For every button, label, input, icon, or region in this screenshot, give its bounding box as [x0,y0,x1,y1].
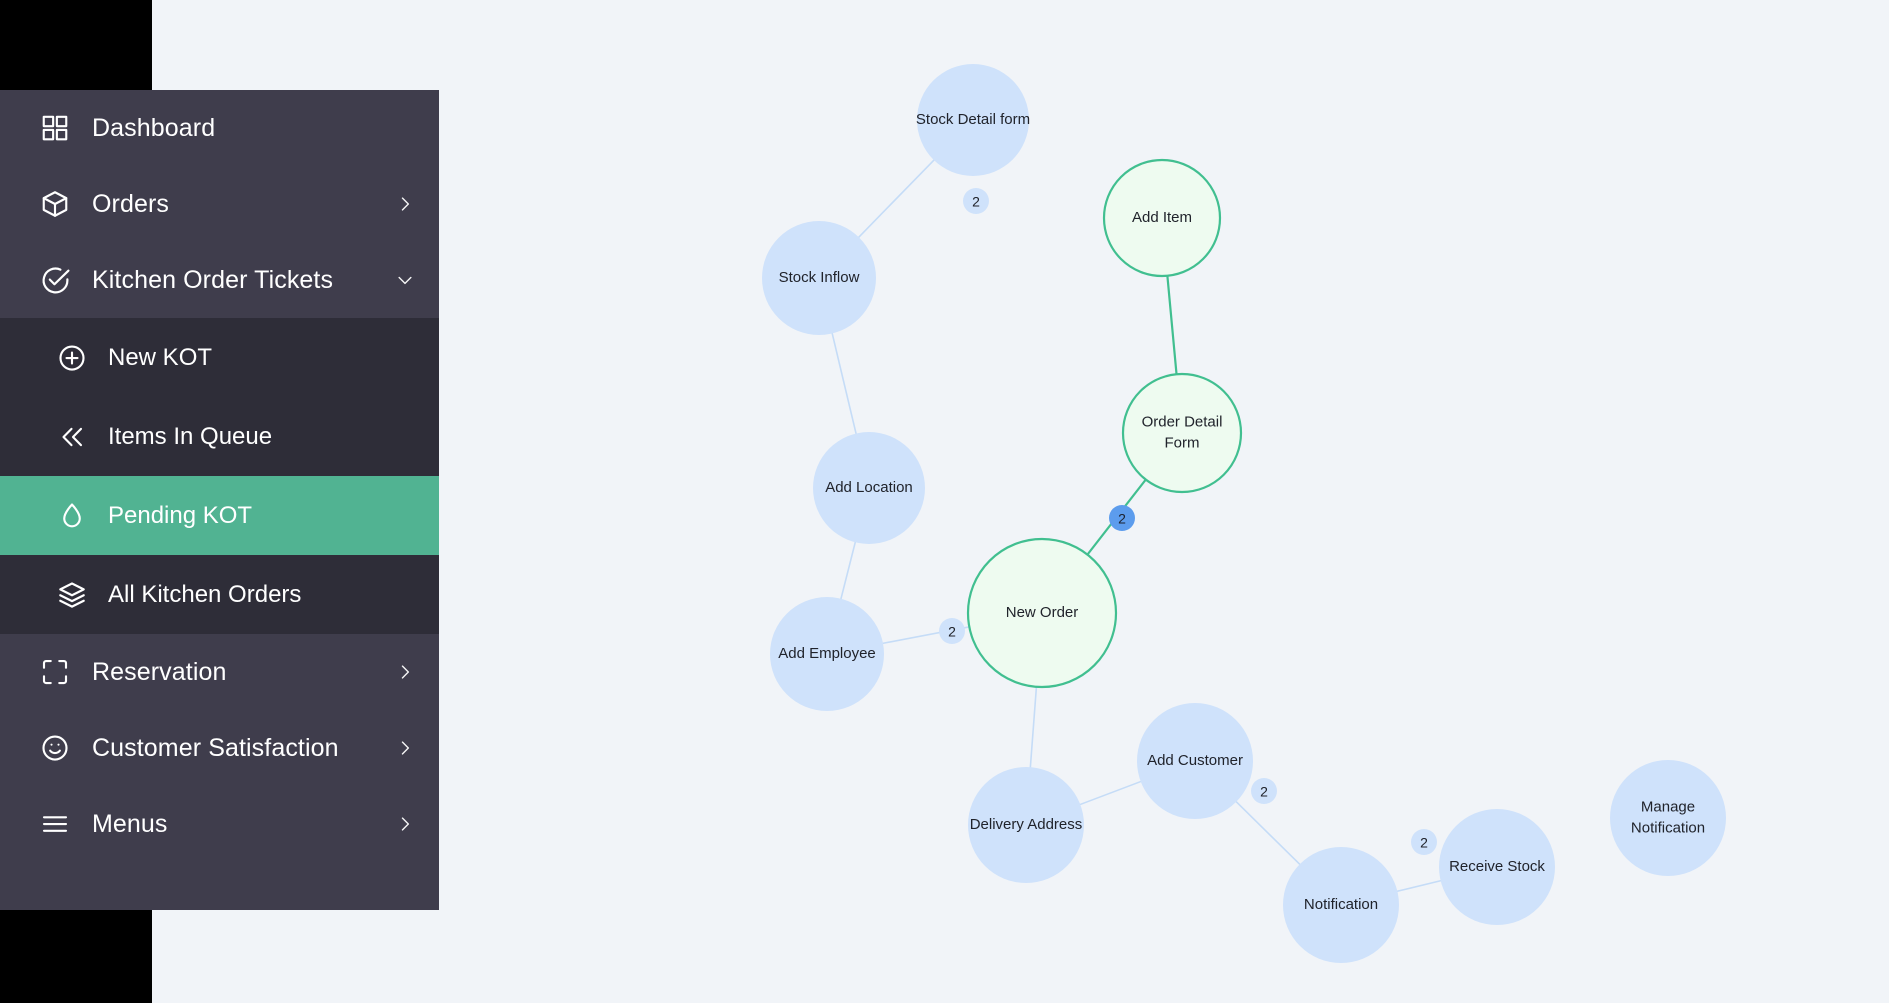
chevron-right-icon[interactable] [395,194,415,214]
sidebar-subitem-label: Pending KOT [108,501,253,529]
menu-icon [38,807,72,841]
edge-weight-badge[interactable]: 2 [1251,778,1277,804]
frame-icon [38,655,72,689]
sidebar-subitem-label: New KOT [108,343,213,371]
badge-circle[interactable] [1251,778,1277,804]
graph-node-manage-notification[interactable]: ManageNotification [1610,760,1726,876]
edge-weight-badge[interactable]: 2 [1411,829,1437,855]
chevron-right-icon[interactable] [395,738,415,758]
graph-node-stock-inflow[interactable]: Stock Inflow [762,221,876,335]
sidebar-submenu-kitchen-order-tickets: New KOT Items In Queue Pending KOT All K… [0,318,439,634]
sidebar-subitem-all-kitchen-orders[interactable]: All Kitchen Orders [0,555,439,634]
edge-weight-badge[interactable]: 2 [963,188,989,214]
node-circle[interactable] [770,597,884,711]
badge-circle[interactable] [963,188,989,214]
node-circle[interactable] [1137,703,1253,819]
graph-edge-notification-to-receive-stock[interactable] [1395,879,1443,893]
sidebar-item-label: Dashboard [92,113,216,142]
sidebar-item-label: Reservation [92,657,227,686]
node-circle[interactable] [813,432,925,544]
sidebar-subitem-new-kot[interactable]: New KOT [0,318,439,397]
sidebar-item-menus[interactable]: Menus [0,786,439,862]
grid-icon [38,111,72,145]
graph-edge-add-customer-to-notification[interactable] [1234,800,1302,866]
check-circle-icon [38,263,72,297]
sidebar-item-reservation[interactable]: Reservation [0,634,439,710]
node-circle[interactable] [917,64,1029,176]
graph-edge-add-item-to-order-detail-form[interactable] [1166,273,1178,377]
sidebar-item-customer-satisfaction[interactable]: Customer Satisfaction [0,710,439,786]
graph-edge-stock-detail-form-to-stock-inflow[interactable] [857,158,936,239]
plus-circle-icon [56,342,88,374]
droplet-icon [56,500,88,532]
node-circle[interactable] [966,537,1118,689]
sidebar-subitem-items-in-queue[interactable]: Items In Queue [0,397,439,476]
graph-nodes-layer: Stock Detail form Stock Inflow Add Item Ord… [762,64,1726,963]
graph-edge-add-location-to-add-employee[interactable] [839,540,857,601]
node-circle[interactable] [1283,847,1399,963]
graph-node-new-order[interactable]: New Order [966,537,1118,689]
edge-weight-badge[interactable]: 2 [1109,505,1135,531]
graph-edge-stock-inflow-to-add-location[interactable] [831,331,858,436]
graph-node-notification[interactable]: Notification [1283,847,1399,963]
sidebar-item-kitchen-order-tickets[interactable]: Kitchen Order Tickets [0,242,439,318]
graph-node-add-item[interactable]: Add Item [1102,158,1222,278]
graph-edge-delivery-address-to-add-customer[interactable] [1078,780,1143,806]
graph-node-add-location[interactable]: Add Location [813,432,925,544]
badge-circle[interactable] [1411,829,1437,855]
layers-icon [56,579,88,611]
graph-node-add-employee[interactable]: Add Employee [770,597,884,711]
chevron-right-icon[interactable] [395,662,415,682]
graph-node-order-detail-form[interactable]: Order DetailForm [1121,372,1243,494]
edge-weight-badge[interactable]: 2 [939,618,965,644]
badge-circle[interactable] [1109,505,1135,531]
node-circle[interactable] [1121,372,1243,494]
sidebar-subitem-label: Items In Queue [108,422,273,450]
sidebar-subitem-pending-kot[interactable]: Pending KOT [0,476,439,555]
app-root: Stock Detail form Stock Inflow Add Item Ord… [0,0,1889,1003]
sidebar-item-label: Customer Satisfaction [92,733,339,762]
sidebar-subitem-label: All Kitchen Orders [108,580,302,608]
graph-node-receive-stock[interactable]: Receive Stock [1439,809,1555,925]
badge-circle[interactable] [939,618,965,644]
node-circle[interactable] [1102,158,1222,278]
graph-node-add-customer[interactable]: Add Customer [1137,703,1253,819]
node-circle[interactable] [762,221,876,335]
graph-edge-new-order-to-delivery-address[interactable] [1029,684,1038,769]
box-icon [38,187,72,221]
node-circle[interactable] [968,767,1084,883]
chevron-right-icon[interactable] [395,814,415,834]
sidebar-item-orders[interactable]: Orders [0,166,439,242]
sidebar-item-label: Kitchen Order Tickets [92,265,334,294]
sidebar-nav[interactable]: Dashboard Orders Kitchen Order Tickets N… [0,90,439,910]
sidebar-item-label: Orders [92,189,170,218]
sidebar-item-dashboard[interactable]: Dashboard [0,90,439,166]
double-chevron-left-icon [56,421,88,453]
node-circle[interactable] [1439,809,1555,925]
graph-node-delivery-address[interactable]: Delivery Address [968,767,1084,883]
smiley-icon [38,731,72,765]
node-circle[interactable] [1610,760,1726,876]
sidebar-item-label: Menus [92,809,168,838]
chevron-down-icon[interactable] [395,270,415,290]
graph-node-stock-detail-form[interactable]: Stock Detail form [916,64,1030,176]
